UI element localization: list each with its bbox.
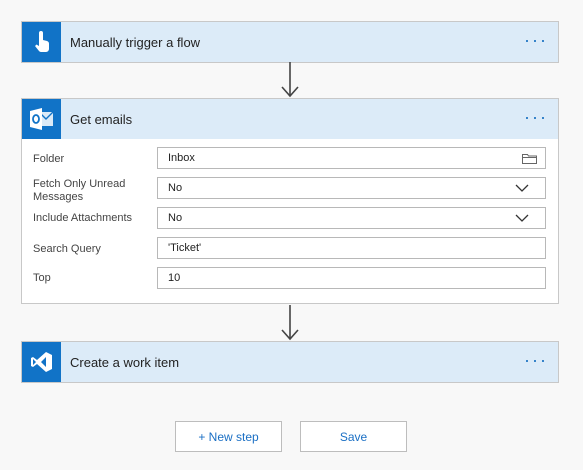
trigger-title: Manually trigger a flow [70, 34, 201, 50]
field-row-search-query: Search Query 'Ticket' [22, 237, 558, 267]
fetch-unread-dropdown[interactable]: No [157, 177, 546, 199]
include-attachments-dropdown[interactable]: No [157, 207, 546, 229]
folder-input[interactable]: Inbox [157, 147, 546, 169]
field-row-top: Top 10 [22, 267, 558, 289]
trigger-card[interactable]: Manually trigger a flow ··· [21, 21, 559, 63]
trigger-card-header[interactable]: Manually trigger a flow ··· [22, 22, 558, 62]
folder-label: Folder [33, 153, 65, 165]
fetch-unread-label: Fetch Only Unread Messages [33, 178, 126, 203]
chevron-down-icon [515, 184, 529, 192]
top-label: Top [33, 272, 51, 284]
folder-picker-icon[interactable] [522, 153, 537, 164]
include-attachments-label: Include Attachments [33, 212, 133, 224]
work-item-card[interactable]: Create a work item ··· [21, 341, 559, 383]
field-row-fetch-unread: Fetch Only Unread Messages No [22, 177, 558, 207]
search-query-value: 'Ticket' [168, 242, 202, 254]
get-emails-fields: Folder Inbox Fetch Only Unread Messages … [22, 139, 558, 303]
folder-value: Inbox [168, 152, 195, 164]
top-input[interactable]: 10 [157, 267, 546, 289]
get-emails-card-header[interactable]: Get emails ··· [22, 99, 558, 139]
field-row-include-attachments: Include Attachments No [22, 207, 558, 237]
work-item-more-button[interactable]: ··· [524, 351, 548, 369]
include-attachments-value: No [168, 212, 183, 224]
work-item-title: Create a work item [70, 354, 180, 370]
visual-studio-icon [22, 342, 61, 382]
fetch-unread-value: No [168, 182, 183, 194]
trigger-more-button[interactable]: ··· [524, 31, 548, 49]
get-emails-card[interactable]: Get emails ··· Folder Inbox Fetch Only U… [21, 98, 559, 304]
down-arrow-icon [281, 305, 299, 341]
chevron-down-icon [515, 214, 529, 222]
field-row-folder: Folder Inbox [22, 147, 558, 177]
save-button[interactable]: Save [300, 421, 407, 452]
top-value: 10 [168, 272, 181, 284]
touch-hand-icon [22, 22, 61, 62]
get-emails-title: Get emails [70, 111, 133, 127]
get-emails-more-button[interactable]: ··· [524, 108, 548, 126]
search-query-label: Search Query [33, 243, 101, 255]
work-item-card-header[interactable]: Create a work item ··· [22, 342, 558, 382]
down-arrow-icon [281, 62, 299, 98]
outlook-icon [22, 99, 61, 139]
search-query-input[interactable]: 'Ticket' [157, 237, 546, 259]
new-step-button[interactable]: + New step [175, 421, 282, 452]
